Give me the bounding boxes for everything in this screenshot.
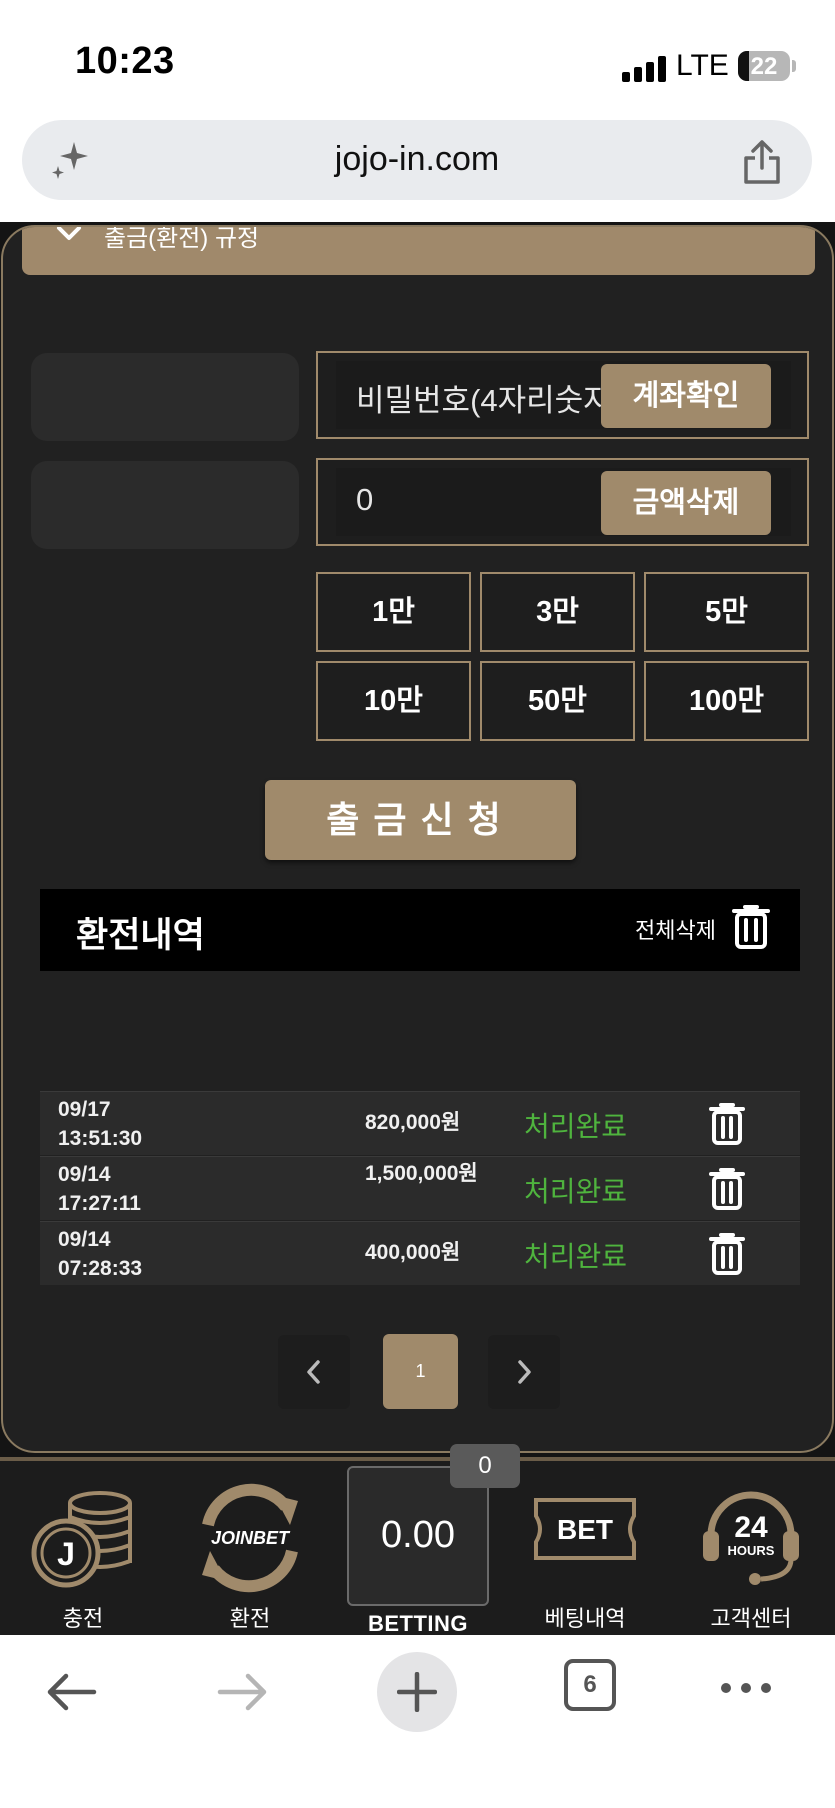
nav-exchange-label: 환전 <box>229 1606 271 1631</box>
nav-support[interactable]: 24 HOURS 고객센터 <box>686 1461 816 1639</box>
trash-icon[interactable] <box>708 1233 746 1275</box>
history-date: 09/17 <box>58 1098 111 1121</box>
delete-all-button[interactable]: 전체삭제 <box>635 913 716 945</box>
history-datetime: 09/17 13:51:30 <box>58 1095 142 1153</box>
chevron-left-icon <box>307 1360 320 1384</box>
amount-button-500k[interactable]: 50만 <box>480 661 635 741</box>
bet-ticket-icon: BET <box>534 1498 636 1560</box>
history-amount: 820,000원 <box>365 1111 461 1134</box>
withdraw-panel: 출금(환전) 규정 비밀번호(4자리숫자) 계좌확인 0 금액삭제 1만 3만 … <box>1 225 834 1453</box>
exchange-logo-text: JOINBET <box>211 1528 291 1548</box>
history-row: 09/17 13:51:30 820,000원 처리완료 <box>40 1091 800 1155</box>
amount-button-1m[interactable]: 100만 <box>644 661 809 741</box>
battery-percent: 22 <box>750 53 778 80</box>
history-time: 17:27:11 <box>58 1192 141 1215</box>
history-status: 처리완료 <box>524 1241 628 1272</box>
betting-label: BETTING <box>367 1611 469 1636</box>
history-row: 09/14 07:28:33 400,000원 처리완료 <box>40 1221 800 1285</box>
history-header: 환전내역 전체삭제 <box>40 889 800 971</box>
battery-icon: 22 <box>738 51 790 81</box>
trash-icon[interactable] <box>708 1168 746 1210</box>
password-input[interactable]: 비밀번호(4자리숫자) <box>356 375 601 420</box>
history-time: 13:51:30 <box>58 1127 143 1150</box>
amount-button-30k[interactable]: 3만 <box>480 572 635 652</box>
nav-exchange[interactable]: JOINBET 환전 <box>185 1461 315 1639</box>
history-row: 09/14 17:27:11 1,500,000원 처리완료 <box>40 1156 800 1220</box>
chevron-right-icon <box>518 1360 531 1384</box>
history-date: 09/14 <box>58 1228 111 1251</box>
status-bar: 10:23 LTE 22 <box>0 0 835 118</box>
nav-bet-history[interactable]: BET 베팅내역 <box>520 1461 650 1639</box>
history-datetime: 09/14 17:27:11 <box>58 1160 141 1218</box>
amount-clear-button[interactable]: 금액삭제 <box>601 471 771 535</box>
amount-button-100k[interactable]: 10만 <box>316 661 471 741</box>
network-type: LTE <box>676 49 729 82</box>
share-icon[interactable] <box>740 138 784 186</box>
status-time: 10:23 <box>75 40 175 82</box>
betting-count-badge: 0 <box>450 1444 520 1488</box>
browser-toolbar: 6 <box>0 1635 835 1808</box>
trash-icon[interactable] <box>730 905 772 949</box>
address-bar[interactable]: jojo-in.com <box>22 120 812 200</box>
url-text[interactable]: jojo-in.com <box>22 140 812 179</box>
exchange-logo-icon: JOINBET <box>202 1483 298 1593</box>
password-field[interactable]: 비밀번호(4자리숫자) 계좌확인 <box>316 351 809 439</box>
support-number: 24 <box>734 1511 768 1544</box>
back-arrow-icon[interactable] <box>44 1672 98 1712</box>
coin-stack-icon: J <box>31 1491 132 1588</box>
history-date: 09/14 <box>58 1163 111 1186</box>
nav-bet-history-label: 베팅내역 <box>544 1606 626 1631</box>
amount-button-10k[interactable]: 1만 <box>316 572 471 652</box>
history-amount: 1,500,000원 <box>365 1162 478 1185</box>
history-amount: 400,000원 <box>365 1241 461 1264</box>
nav-deposit-label: 충전 <box>62 1606 104 1631</box>
coin-letter: J <box>57 1536 75 1572</box>
history-status: 처리완료 <box>524 1111 628 1142</box>
label-box-password <box>31 353 299 441</box>
trash-icon[interactable] <box>708 1103 746 1145</box>
account-check-button[interactable]: 계좌확인 <box>601 364 771 428</box>
bottom-nav: J 충전 JOINBET 환전 0.00 BETTING BET 베팅내역 24… <box>0 1457 835 1636</box>
new-tab-button[interactable] <box>377 1652 457 1732</box>
nav-support-label: 고객센터 <box>710 1606 792 1631</box>
browser-url-area: jojo-in.com <box>0 118 835 222</box>
label-box-amount <box>31 461 299 549</box>
history-title: 환전내역 <box>76 916 205 955</box>
bet-ticket-text: BET <box>557 1514 613 1545</box>
plus-icon <box>397 1672 437 1712</box>
rules-label: 출금(환전) 규정 <box>104 225 260 252</box>
next-page-button[interactable] <box>488 1335 560 1409</box>
amount-button-50k[interactable]: 5만 <box>644 572 809 652</box>
forward-arrow-icon[interactable] <box>216 1672 270 1712</box>
amount-field[interactable]: 0 금액삭제 <box>316 458 809 546</box>
more-icon[interactable] <box>720 1682 772 1694</box>
prev-page-button[interactable] <box>278 1335 350 1409</box>
history-status: 처리완료 <box>524 1176 628 1207</box>
history-datetime: 09/14 07:28:33 <box>58 1225 142 1283</box>
page-button-current[interactable]: 1 <box>383 1334 458 1409</box>
signal-icon <box>622 56 666 82</box>
amount-input[interactable]: 0 <box>356 482 601 518</box>
betting-amount: 0.00 <box>381 1514 455 1556</box>
history-time: 07:28:33 <box>58 1257 143 1280</box>
support-hours: HOURS <box>728 1543 775 1558</box>
battery-tip <box>792 60 796 72</box>
page-content: 출금(환전) 규정 비밀번호(4자리숫자) 계좌확인 0 금액삭제 1만 3만 … <box>0 222 835 1635</box>
chevron-down-icon <box>57 227 81 240</box>
nav-deposit[interactable]: J 충전 <box>18 1461 148 1639</box>
headset-24h-icon: 24 HOURS <box>703 1491 799 1585</box>
withdraw-submit-button[interactable]: 출금신청 <box>265 780 576 860</box>
tabs-button[interactable]: 6 <box>564 1659 616 1711</box>
rules-accordion[interactable]: 출금(환전) 규정 <box>22 227 815 275</box>
